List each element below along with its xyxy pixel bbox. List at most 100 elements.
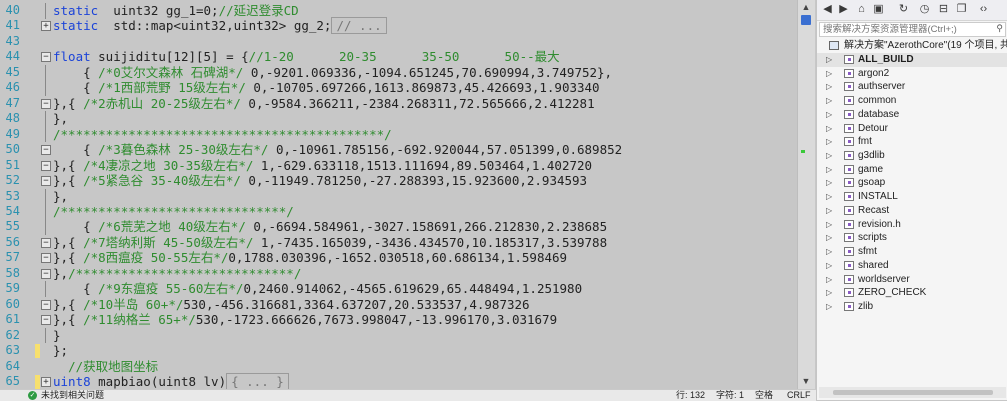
show-all-icon[interactable]: ❐ bbox=[955, 3, 968, 16]
code-line[interactable]: 47 −},{ /*2赤机山 20-25级左右*/ 0,-9584.366211,… bbox=[0, 96, 797, 112]
code-line[interactable]: 54 /******************************/ bbox=[0, 203, 797, 220]
project-node[interactable]: ▷ g3dlib bbox=[817, 149, 1007, 163]
editor-vertical-scrollbar[interactable]: ▲ ▼ bbox=[797, 0, 815, 389]
expand-arrow-icon[interactable]: ▷ bbox=[826, 80, 834, 94]
collapsed-region[interactable]: // ... bbox=[331, 17, 387, 35]
code-line[interactable]: 62} bbox=[0, 327, 797, 344]
char-indicator[interactable]: 字符: 1 bbox=[716, 390, 744, 401]
project-node[interactable]: ▷ authserver bbox=[817, 80, 1007, 94]
expand-arrow-icon[interactable]: ▷ bbox=[826, 231, 834, 245]
code-line[interactable]: 46 { /*1西部荒野 15级左右*/ 0,-10705.697266,161… bbox=[0, 80, 797, 96]
project-node[interactable]: ▷ shared bbox=[817, 259, 1007, 273]
expand-arrow-icon[interactable]: ▷ bbox=[826, 53, 834, 67]
code-line[interactable]: 45 { /*0艾尔文森林 石碑湖*/ 0,-9201.069336,-1094… bbox=[0, 64, 797, 81]
code-line[interactable]: 56 −},{ /*7塔纳利斯 45-50级左右*/ 1,-7435.165039… bbox=[0, 235, 797, 251]
code-line[interactable]: 50 − { /*3暮色森林 25-30级左右*/ 0,-10961.785156… bbox=[0, 142, 797, 158]
expand-arrow-icon[interactable]: ▷ bbox=[826, 218, 834, 232]
expand-arrow-icon[interactable]: ▷ bbox=[826, 259, 834, 273]
project-node[interactable]: ▷ fmt bbox=[817, 135, 1007, 149]
expand-arrow-icon[interactable]: ▷ bbox=[826, 149, 834, 163]
expand-arrow-icon[interactable]: ▷ bbox=[826, 204, 834, 218]
collapse-icon[interactable]: − bbox=[41, 52, 51, 63]
code-line[interactable]: 41 + static std::map<uint32,uint32> gg_2; /… bbox=[0, 17, 797, 35]
collapse-icon[interactable]: − bbox=[41, 253, 51, 264]
code-line[interactable]: 51 −},{ /*4凄凉之地 30-35级左右*/ 1,-629.633118,… bbox=[0, 158, 797, 174]
collapse-icon[interactable]: − bbox=[41, 176, 51, 187]
panel-horizontal-scrollbar[interactable] bbox=[819, 387, 1006, 398]
expand-icon[interactable]: + bbox=[41, 21, 51, 32]
project-node[interactable]: ▷ gsoap bbox=[817, 176, 1007, 190]
code-line[interactable]: 43 bbox=[0, 34, 797, 50]
expand-arrow-icon[interactable]: ▷ bbox=[826, 300, 834, 314]
collapsed-region[interactable]: { ... } bbox=[226, 373, 289, 389]
collapse-icon[interactable]: − bbox=[41, 268, 51, 279]
code-line[interactable]: 55 { /*6荒芜之地 40级左右*/ 0,-6694.584961,-302… bbox=[0, 219, 797, 235]
code-line[interactable]: 57 −},{ /*8西瘟疫 50-55左右*/0,1788.030396,-16… bbox=[0, 250, 797, 266]
search-icon[interactable]: ⚲ bbox=[996, 23, 1003, 34]
expand-arrow-icon[interactable]: ▷ bbox=[826, 67, 834, 81]
code-line[interactable]: 60 −},{ /*10半岛 60+*/530,-456.316681,3364.… bbox=[0, 297, 797, 313]
expand-arrow-icon[interactable]: ▷ bbox=[826, 122, 834, 136]
project-node[interactable]: ▷ ZERO_CHECK bbox=[817, 286, 1007, 300]
line-indicator[interactable]: 行: 132 bbox=[676, 390, 705, 401]
collapse-icon[interactable]: − bbox=[41, 145, 51, 156]
solution-search-box[interactable]: ⚲ bbox=[819, 22, 1006, 37]
code-line[interactable]: 40 static uint32 gg_1=0;//延迟登录CD bbox=[0, 3, 797, 19]
home-icon[interactable]: ⌂ bbox=[855, 3, 868, 16]
project-node[interactable]: ▷ argon2 bbox=[817, 67, 1007, 81]
scroll-up-icon[interactable]: ▲ bbox=[801, 2, 811, 12]
code-line[interactable]: 63}; bbox=[0, 343, 797, 359]
code-line[interactable]: 65 + uint8 mapbiao(uint8 lv){ ... } bbox=[0, 373, 797, 389]
project-node[interactable]: ▷ ALL_BUILD bbox=[817, 53, 1007, 67]
code-editor[interactable]: 40 static uint32 gg_1=0;//延迟登录CD 41 + static… bbox=[0, 0, 797, 389]
collapse-icon[interactable]: − bbox=[41, 98, 51, 109]
collapse-icon[interactable]: − bbox=[41, 160, 51, 171]
project-node[interactable]: ▷ sfmt bbox=[817, 245, 1007, 259]
expand-arrow-icon[interactable]: ▷ bbox=[826, 286, 834, 300]
project-node[interactable]: ▷ Recast bbox=[817, 204, 1007, 218]
project-node[interactable]: ▷ worldserver bbox=[817, 273, 1007, 287]
expand-icon[interactable]: + bbox=[41, 377, 51, 388]
project-node[interactable]: ▷ scripts bbox=[817, 231, 1007, 245]
expand-arrow-icon[interactable]: ▷ bbox=[826, 108, 834, 122]
expand-arrow-icon[interactable]: ▷ bbox=[826, 245, 834, 259]
collapse-icon[interactable]: − bbox=[41, 237, 51, 248]
scrollbar-thumb[interactable] bbox=[801, 15, 811, 25]
code-line[interactable]: 64 //获取地图坐标 bbox=[0, 359, 797, 375]
collapse-icon[interactable]: ⊟ bbox=[937, 3, 950, 16]
solution-node[interactable]: 解决方案"AzerothCore"(19 个项目, 共 bbox=[817, 39, 1007, 53]
code-line[interactable]: 53}, bbox=[0, 188, 797, 205]
code-line[interactable]: 49 /*************************************… bbox=[0, 126, 797, 143]
project-node[interactable]: ▷ zlib bbox=[817, 300, 1007, 314]
code-line[interactable]: 59 { /*9东瘟疫 55-60左右*/0,2460.914062,-4565… bbox=[0, 281, 797, 297]
project-node[interactable]: ▷ INSTALL bbox=[817, 190, 1007, 204]
project-node[interactable]: ▷ Detour bbox=[817, 122, 1007, 136]
code-line[interactable]: 52 −},{ /*5紧急谷 35-40级左右*/ 0,-11949.781250… bbox=[0, 173, 797, 189]
project-node[interactable]: ▷ common bbox=[817, 94, 1007, 108]
whitespace-indicator[interactable]: 空格 bbox=[755, 390, 773, 401]
expand-arrow-icon[interactable]: ▷ bbox=[826, 176, 834, 190]
project-node[interactable]: ▷ revision.h bbox=[817, 218, 1007, 232]
scrollbar-thumb[interactable] bbox=[833, 390, 993, 395]
issues-status[interactable]: 未找到相关问题 bbox=[41, 390, 104, 401]
code-line[interactable]: 44 − float suijiditu[12][5] = {//1-20 20-3… bbox=[0, 49, 797, 65]
code-icon[interactable]: ‹› bbox=[977, 3, 990, 16]
collapse-icon[interactable]: − bbox=[41, 299, 51, 310]
scroll-down-icon[interactable]: ▼ bbox=[801, 376, 811, 386]
code-line[interactable]: 58 −},/*****************************/ bbox=[0, 266, 797, 282]
code-line[interactable]: 48}, bbox=[0, 111, 797, 127]
collapse-icon[interactable]: − bbox=[41, 315, 51, 326]
expand-arrow-icon[interactable]: ▷ bbox=[826, 135, 834, 149]
expand-arrow-icon[interactable]: ▷ bbox=[826, 190, 834, 204]
project-node[interactable]: ▷ database bbox=[817, 108, 1007, 122]
expand-arrow-icon[interactable]: ▷ bbox=[826, 163, 834, 177]
solution-icon[interactable]: ▣ bbox=[872, 3, 885, 16]
expand-arrow-icon[interactable]: ▷ bbox=[826, 94, 834, 108]
project-node[interactable]: ▷ game bbox=[817, 163, 1007, 177]
forward-icon[interactable]: ▶ bbox=[837, 3, 850, 16]
expand-arrow-icon[interactable]: ▷ bbox=[826, 273, 834, 287]
sync-icon[interactable]: ↻ bbox=[897, 3, 910, 16]
back-icon[interactable]: ◀ bbox=[821, 3, 834, 16]
code-line[interactable]: 61 −},{ /*11纳格兰 65+*/530,-1723.666626,767… bbox=[0, 312, 797, 328]
eol-indicator[interactable]: CRLF bbox=[787, 390, 811, 401]
